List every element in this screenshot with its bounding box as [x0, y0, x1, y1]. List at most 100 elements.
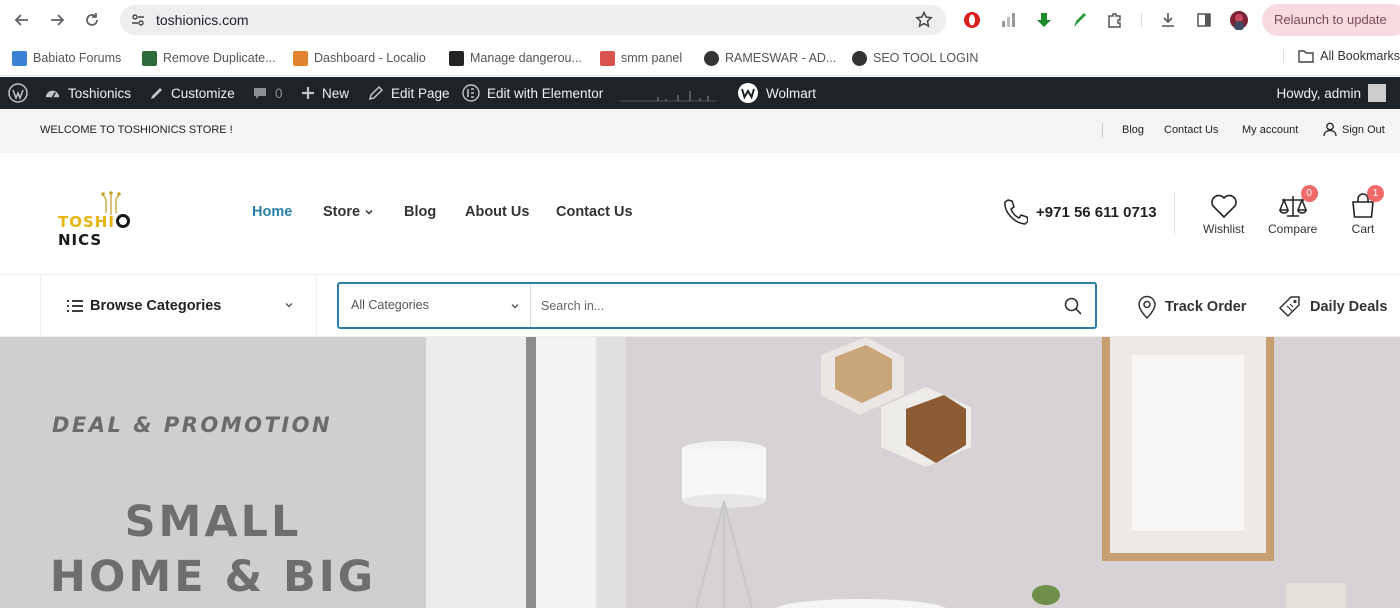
- duplicate-favicon-icon: [142, 50, 157, 66]
- edit-with-elementor-link[interactable]: Edit with Elementor: [462, 77, 603, 109]
- extensions-puzzle-icon[interactable]: [1105, 10, 1125, 30]
- compare-label: Compare: [1268, 222, 1318, 236]
- nav-about-us[interactable]: About Us: [465, 204, 529, 220]
- compare-button[interactable]: 0 Compare: [1268, 185, 1318, 236]
- site-name-label: Toshionics: [68, 85, 132, 101]
- bookmark-label: Dashboard - Localio: [314, 51, 426, 65]
- bookmark-item[interactable]: SEO TOOL LOGIN: [852, 49, 978, 67]
- globe-icon: [704, 50, 719, 66]
- phone-contact[interactable]: +971 56 611 0713: [1002, 198, 1157, 226]
- track-order-link[interactable]: Track Order: [1137, 295, 1246, 319]
- wishlist-label: Wishlist: [1203, 222, 1245, 236]
- new-content-link[interactable]: New: [301, 77, 349, 109]
- search-icon: [1064, 297, 1082, 315]
- tag-icon: [1278, 296, 1300, 318]
- admin-avatar: [1368, 84, 1386, 102]
- profile-avatar-icon[interactable]: [1229, 10, 1249, 30]
- heart-icon: [1210, 194, 1237, 219]
- forward-icon[interactable]: [47, 10, 67, 30]
- product-search-form: All Categories: [337, 282, 1097, 329]
- stats-extension-icon[interactable]: [998, 10, 1018, 30]
- new-label: New: [322, 85, 350, 101]
- living-room-illustration: [426, 337, 1400, 608]
- browse-categories-toggle[interactable]: Browse Categories: [40, 275, 317, 337]
- bookmark-item[interactable]: Babiato Forums: [12, 49, 121, 67]
- edit-page-label: Edit Page: [391, 85, 450, 101]
- customize-link[interactable]: Customize: [148, 77, 235, 109]
- hero-subtitle: DEAL & PROMOTION: [52, 413, 333, 437]
- address-bar[interactable]: toshionics.com: [120, 5, 946, 35]
- customize-label: Customize: [171, 85, 235, 101]
- comment-icon: [254, 88, 266, 99]
- wolmart-theme-link[interactable]: Wolmart: [737, 77, 816, 109]
- downloads-icon[interactable]: [1158, 10, 1178, 30]
- nav-blog[interactable]: Blog: [404, 204, 436, 220]
- all-bookmarks-button[interactable]: All Bookmarks: [1283, 49, 1400, 63]
- hero-title-line2: HOME & BIG: [49, 552, 377, 602]
- opera-extension-icon[interactable]: [962, 10, 982, 30]
- user-icon: [1323, 122, 1337, 137]
- bookmarks-bar: Babiato Forums Remove Duplicate... Dashb…: [0, 40, 1400, 76]
- track-order-label: Track Order: [1165, 299, 1247, 315]
- bookmark-item[interactable]: RAMESWAR - AD...: [704, 49, 836, 67]
- hero-banner: DEAL & PROMOTION SMALL HOME & BIG: [0, 337, 1400, 608]
- url-text: toshionics.com: [156, 12, 249, 28]
- list-menu-icon: [67, 300, 83, 312]
- search-button[interactable]: [1063, 296, 1083, 316]
- sign-out-link[interactable]: Sign Out: [1323, 122, 1385, 137]
- smm-favicon-icon: [600, 50, 615, 66]
- site-settings-icon[interactable]: [130, 12, 146, 28]
- globe-icon: [852, 50, 867, 66]
- sign-out-label: Sign Out: [1342, 123, 1385, 136]
- site-name-link[interactable]: Toshionics: [44, 77, 131, 109]
- pen-extension-icon[interactable]: [1069, 10, 1089, 30]
- topbar-divider: [1102, 123, 1103, 138]
- elementor-icon: [462, 84, 480, 102]
- howdy-label: Howdy, admin: [1276, 85, 1361, 101]
- bookmark-item[interactable]: Manage dangerou...: [449, 49, 582, 67]
- logo-power-o-icon: [115, 214, 130, 228]
- bookmark-item[interactable]: smm panel: [600, 49, 682, 67]
- download-arrow-extension-icon[interactable]: [1034, 10, 1054, 30]
- bookmark-label: RAMESWAR - AD...: [725, 51, 837, 65]
- category-select[interactable]: All Categories: [339, 284, 531, 327]
- nav-home[interactable]: Home: [252, 204, 292, 220]
- bookmark-item[interactable]: Remove Duplicate...: [142, 49, 276, 67]
- reload-icon[interactable]: [82, 10, 102, 30]
- cart-button[interactable]: 1 Cart: [1350, 185, 1384, 236]
- my-account-menu[interactable]: Howdy, admin: [1276, 77, 1386, 109]
- daily-deals-link[interactable]: Daily Deals: [1278, 295, 1387, 319]
- phone-icon: [1004, 199, 1028, 225]
- hero-title-line1: SMALL: [124, 497, 302, 547]
- topbar-blog-link[interactable]: Blog: [1122, 124, 1144, 136]
- site-logo[interactable]: TOSHINICS: [58, 189, 168, 249]
- amazon-favicon-icon: [449, 50, 464, 66]
- edit-elementor-label: Edit with Elementor: [487, 85, 604, 101]
- back-icon[interactable]: [12, 10, 32, 30]
- search-input[interactable]: [531, 284, 1051, 327]
- wordpress-logo-button[interactable]: [8, 77, 28, 109]
- bookmark-label: Remove Duplicate...: [163, 51, 276, 65]
- nav-contact-us[interactable]: Contact Us: [556, 204, 633, 220]
- comments-link[interactable]: 0: [252, 77, 283, 109]
- logo-text-part2: NICS: [58, 231, 103, 249]
- bookmark-star-icon[interactable]: [914, 10, 934, 30]
- dashboard-icon: [45, 90, 60, 98]
- nav-store-label: Store: [323, 204, 361, 220]
- chevron-down-icon: [365, 209, 373, 215]
- edit-page-link[interactable]: Edit Page: [368, 77, 450, 109]
- bookmark-label: smm panel: [621, 51, 683, 65]
- topbar-my-account-link[interactable]: My account: [1242, 124, 1298, 136]
- chevron-down-icon: [511, 304, 519, 309]
- side-panel-icon[interactable]: [1194, 10, 1214, 30]
- location-pin-icon: [1138, 295, 1156, 319]
- site-header: TOSHINICS Home Store Blog About Us Conta…: [0, 153, 1400, 275]
- wolmart-logo-icon: [738, 83, 758, 103]
- bookmark-label: Manage dangerou...: [470, 51, 582, 65]
- wolmart-label: Wolmart: [766, 85, 817, 101]
- nav-store[interactable]: Store: [323, 204, 374, 220]
- relaunch-button[interactable]: Relaunch to update: [1262, 4, 1400, 36]
- topbar-contact-link[interactable]: Contact Us: [1164, 124, 1218, 136]
- wishlist-button[interactable]: Wishlist: [1203, 193, 1244, 236]
- bookmark-item[interactable]: Dashboard - Localio: [293, 49, 426, 67]
